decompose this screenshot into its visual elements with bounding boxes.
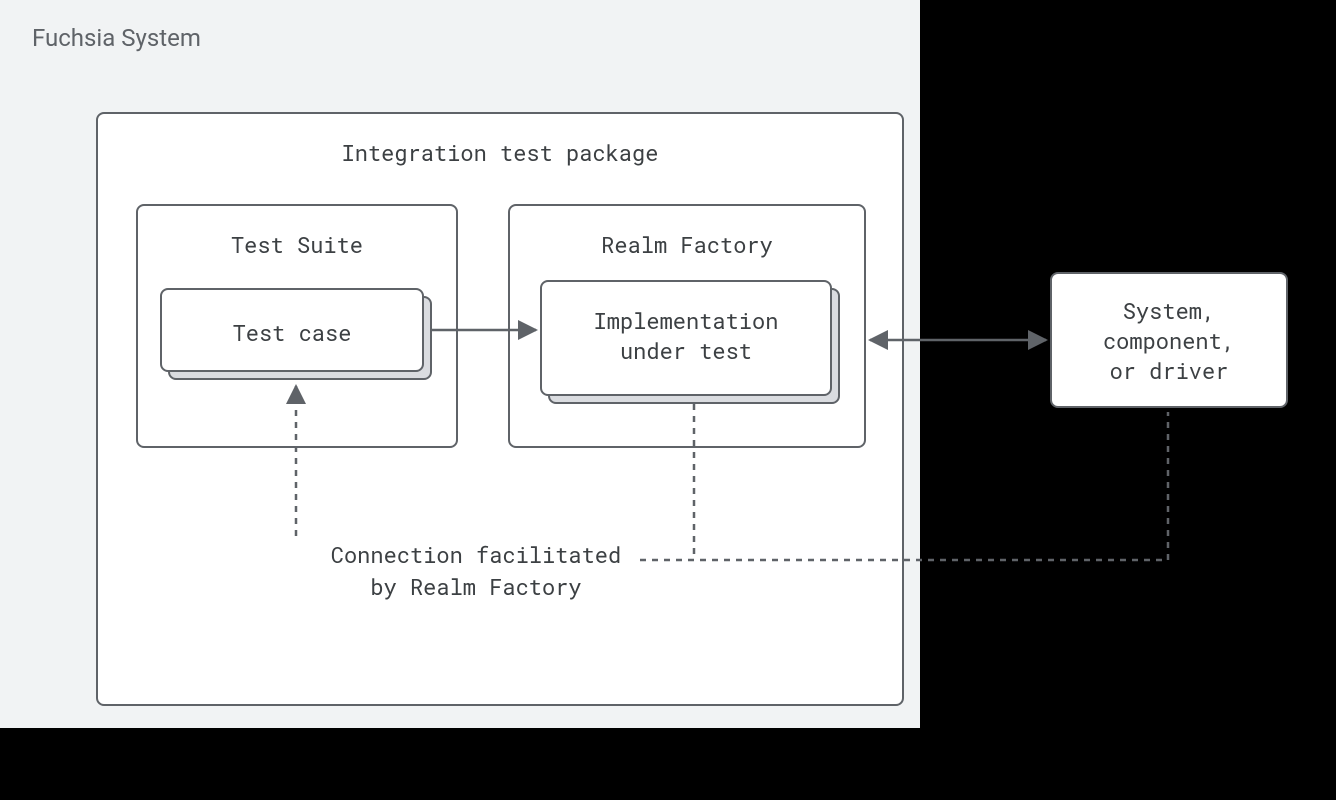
test-suite-title: Test Suite — [136, 230, 458, 259]
implementation-label-line1: Implementation — [540, 306, 832, 335]
fuchsia-system-title: Fuchsia System — [32, 24, 201, 52]
external-label-line2: component, — [1050, 326, 1288, 355]
integration-test-package-title: Integration test package — [96, 138, 904, 167]
external-label-line3: or driver — [1050, 356, 1288, 385]
implementation-label-line2: under test — [540, 336, 832, 365]
test-case-label: Test case — [160, 318, 424, 347]
connection-label-line2: by Realm Factory — [316, 572, 636, 601]
realm-factory-title: Realm Factory — [508, 230, 866, 259]
connection-label-line1: Connection facilitated — [316, 540, 636, 569]
diagram-stage: { "fuchsia_title": "Fuchsia System", "it… — [0, 0, 1336, 800]
external-label-line1: System, — [1050, 296, 1288, 325]
